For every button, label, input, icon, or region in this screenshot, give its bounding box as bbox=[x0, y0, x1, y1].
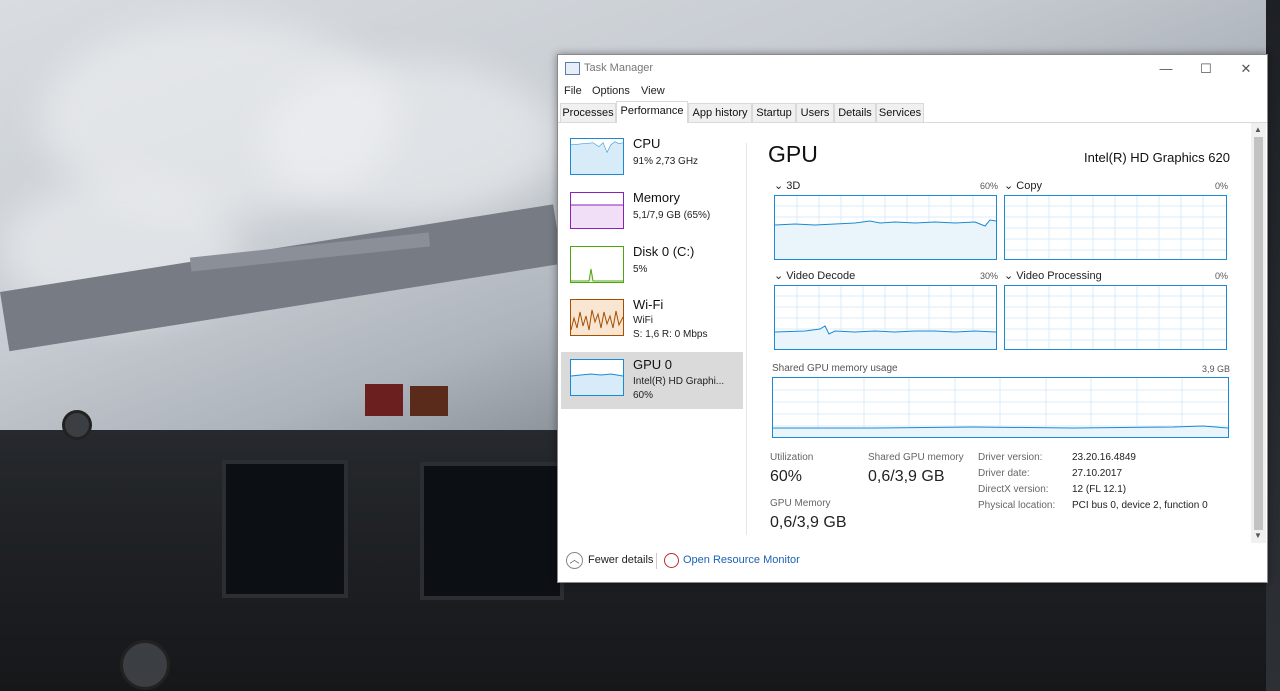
utilization-label: Utilization bbox=[770, 452, 814, 463]
resource-sidebar: CPU 91% 2,73 GHz Memory 5,1/7,9 GB (65%)… bbox=[558, 123, 746, 543]
gpu-memory-value: 0,6/3,9 GB bbox=[770, 514, 847, 531]
tab-details[interactable]: Details bbox=[834, 103, 876, 122]
physical-location-label: Physical location: bbox=[978, 500, 1056, 511]
physical-location-value: PCI bus 0, device 2, function 0 bbox=[1072, 500, 1208, 511]
title-bar[interactable]: Task Manager — ☐ ✕ bbox=[558, 55, 1267, 83]
tab-performance[interactable]: Performance bbox=[616, 101, 688, 123]
chevron-down-icon: ⌄ bbox=[1004, 180, 1017, 192]
resource-monitor-icon bbox=[664, 553, 679, 568]
sidebar-item-wifi[interactable]: Wi-Fi WiFi S: 1,6 R: 0 Mbps bbox=[561, 292, 743, 349]
sidebar-item-memory[interactable]: Memory 5,1/7,9 GB (65%) bbox=[561, 185, 743, 242]
scroll-up-icon[interactable]: ▲ bbox=[1254, 125, 1262, 134]
sidebar-wifi-name: WiFi bbox=[633, 315, 653, 326]
gpu-thumbnail-graph bbox=[570, 359, 624, 396]
directx-version-value: 12 (FL 12.1) bbox=[1072, 484, 1127, 495]
shared-memory-value: 0,6/3,9 GB bbox=[868, 468, 945, 485]
cpu-thumbnail-graph bbox=[570, 138, 624, 175]
fewer-details-link[interactable]: Fewer details bbox=[588, 554, 653, 566]
engine-video-processing-max: 0% bbox=[1214, 271, 1228, 281]
sidebar-gpu-model: Intel(R) HD Graphi... bbox=[633, 376, 725, 387]
minimize-button[interactable]: — bbox=[1146, 58, 1186, 80]
task-manager-window: Task Manager — ☐ ✕ File Options View Pro… bbox=[557, 54, 1268, 583]
tab-services[interactable]: Services bbox=[876, 103, 924, 122]
sidebar-item-cpu[interactable]: CPU 91% 2,73 GHz bbox=[561, 131, 743, 188]
chevron-down-icon: ⌄ bbox=[1004, 270, 1017, 282]
tab-users[interactable]: Users bbox=[796, 103, 834, 122]
engine-video-processing-selector[interactable]: ⌄ Video Processing bbox=[1004, 269, 1102, 282]
sidebar-item-disk[interactable]: Disk 0 (C:) 5% bbox=[561, 239, 743, 296]
sidebar-wifi-title: Wi-Fi bbox=[633, 297, 664, 312]
footer-bar: ︿ Fewer details Open Resource Monitor bbox=[558, 543, 1267, 582]
wifi-thumbnail-graph bbox=[570, 299, 624, 336]
engine-video-decode-max: 30% bbox=[979, 271, 998, 281]
sidebar-disk-usage: 5% bbox=[633, 264, 648, 275]
engine-3d-graph bbox=[774, 195, 997, 260]
directx-version-label: DirectX version: bbox=[978, 484, 1049, 495]
gpu-memory-label: GPU Memory bbox=[770, 498, 831, 509]
shared-memory-label: Shared GPU memory bbox=[868, 452, 964, 463]
engine-video-decode-selector[interactable]: ⌄ Video Decode bbox=[774, 269, 855, 282]
engine-copy-graph bbox=[1004, 195, 1227, 260]
shared-memory-graph-label: Shared GPU memory usage bbox=[772, 363, 898, 374]
sidebar-cpu-usage: 91% 2,73 GHz bbox=[633, 156, 699, 167]
engine-copy-selector[interactable]: ⌄ Copy bbox=[1004, 179, 1042, 192]
sidebar-gpu-usage: 60% bbox=[633, 390, 654, 401]
gpu-model-name: Intel(R) HD Graphics 620 bbox=[1084, 150, 1230, 165]
sidebar-wifi-throughput: S: 1,6 R: 0 Mbps bbox=[633, 329, 708, 340]
task-manager-icon bbox=[565, 62, 580, 75]
driver-date-label: Driver date: bbox=[978, 468, 1030, 479]
sidebar-memory-title: Memory bbox=[633, 190, 680, 205]
window-title: Task Manager bbox=[584, 62, 654, 74]
tab-bar: Processes Performance App history Startu… bbox=[558, 101, 1267, 123]
chevron-down-icon: ⌄ bbox=[774, 270, 787, 282]
gpu-detail-panel: GPU Intel(R) HD Graphics 620 ⌄ 3D 60% ⌄ … bbox=[758, 123, 1248, 543]
sidebar-gpu-title: GPU 0 bbox=[633, 357, 673, 372]
tab-processes[interactable]: Processes bbox=[560, 103, 616, 122]
menu-options[interactable]: Options bbox=[592, 85, 630, 97]
driver-date-value: 27.10.2017 bbox=[1072, 468, 1123, 479]
engine-copy-label: Copy bbox=[1016, 180, 1042, 192]
sidebar-cpu-title: CPU bbox=[633, 136, 661, 151]
fewer-details-chevron-icon[interactable]: ︿ bbox=[566, 552, 583, 569]
sidebar-divider bbox=[746, 143, 747, 535]
memory-thumbnail-graph bbox=[570, 192, 624, 229]
utilization-value: 60% bbox=[770, 468, 803, 485]
engine-video-decode-label: Video Decode bbox=[786, 270, 856, 282]
engine-3d-label: 3D bbox=[786, 180, 801, 192]
engine-video-processing-graph bbox=[1004, 285, 1227, 350]
shared-memory-graph bbox=[772, 377, 1229, 438]
tab-app-history[interactable]: App history bbox=[688, 103, 752, 122]
vertical-scrollbar[interactable]: ▲ ▼ bbox=[1251, 123, 1266, 543]
shared-memory-graph-max: 3,9 GB bbox=[1201, 364, 1230, 374]
engine-video-processing-label: Video Processing bbox=[1016, 270, 1102, 282]
engine-video-decode-graph bbox=[774, 285, 997, 350]
footer-divider bbox=[656, 553, 657, 569]
tab-startup[interactable]: Startup bbox=[752, 103, 796, 122]
menu-file[interactable]: File bbox=[564, 85, 582, 97]
gpu-heading: GPU bbox=[768, 141, 818, 167]
close-button[interactable]: ✕ bbox=[1226, 58, 1266, 80]
driver-version-label: Driver version: bbox=[978, 452, 1043, 463]
scroll-down-icon[interactable]: ▼ bbox=[1254, 531, 1262, 540]
sidebar-item-gpu[interactable]: GPU 0 Intel(R) HD Graphi... 60% bbox=[561, 352, 743, 409]
disk-thumbnail-graph bbox=[570, 246, 624, 283]
chevron-down-icon: ⌄ bbox=[774, 180, 787, 192]
menu-bar: File Options View bbox=[558, 83, 1267, 101]
scrollbar-thumb[interactable] bbox=[1254, 137, 1263, 530]
engine-copy-max: 0% bbox=[1214, 181, 1228, 191]
engine-3d-selector[interactable]: ⌄ 3D bbox=[774, 179, 800, 192]
maximize-button[interactable]: ☐ bbox=[1186, 58, 1226, 80]
sidebar-memory-usage: 5,1/7,9 GB (65%) bbox=[633, 210, 711, 221]
driver-version-value: 23.20.16.4849 bbox=[1072, 452, 1136, 463]
sidebar-disk-title: Disk 0 (C:) bbox=[633, 244, 695, 259]
menu-view[interactable]: View bbox=[641, 85, 665, 97]
engine-3d-max: 60% bbox=[979, 181, 998, 191]
open-resource-monitor-link[interactable]: Open Resource Monitor bbox=[683, 554, 800, 566]
